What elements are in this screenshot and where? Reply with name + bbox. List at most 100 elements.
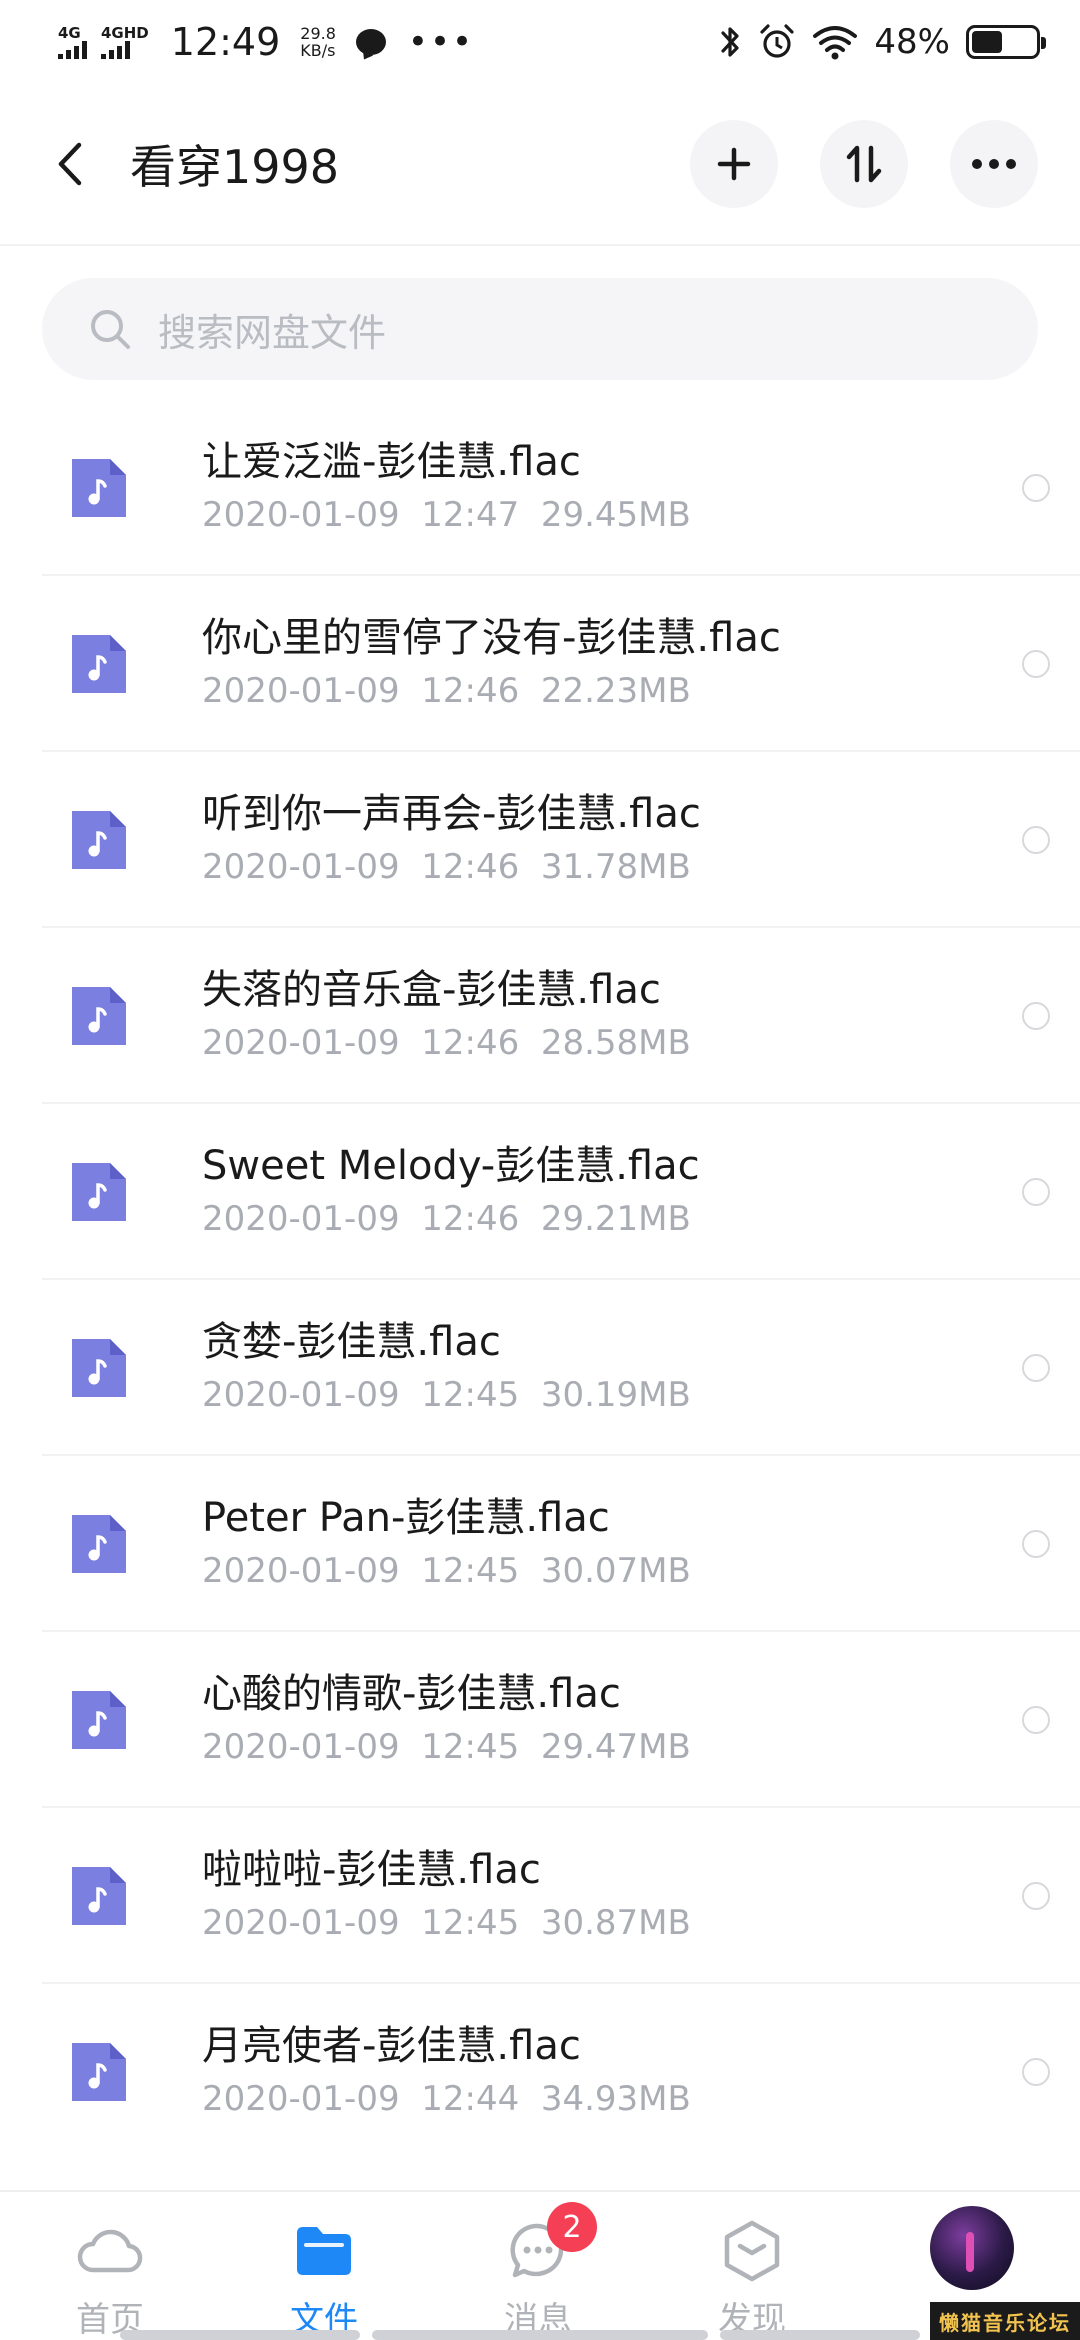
file-name: 啦啦啦-彭佳慧.flac [202, 1847, 541, 1893]
select-checkbox[interactable] [1022, 1706, 1050, 1734]
file-name: 让爱泛滥-彭佳慧.flac [202, 439, 581, 485]
sort-button[interactable] [820, 120, 908, 208]
chevron-left-icon [58, 142, 82, 186]
file-row[interactable]: 你心里的雪停了没有-彭佳慧.flac 2020-01-09 12:46 22.23… [0, 576, 1080, 752]
file-name: Sweet Melody-彭佳慧.flac [202, 1143, 700, 1189]
signal-bars-icon [58, 40, 87, 59]
file-row[interactable]: 听到你一声再会-彭佳慧.flac 2020-01-09 12:46 31.78MB [0, 752, 1080, 928]
more-notifications-icon: ••• [407, 22, 475, 62]
back-button[interactable] [40, 129, 100, 199]
file-row[interactable]: 月亮使者-彭佳慧.flac 2020-01-09 12:44 34.93MB [0, 1984, 1080, 2160]
file-meta: 2020-01-09 12:44 34.93MB [202, 2074, 691, 2124]
file-size: 28.58MB [540, 1023, 691, 1063]
more-button[interactable] [950, 120, 1038, 208]
music-file-icon [72, 1691, 126, 1749]
file-date: 2020-01-09 [202, 1903, 400, 1943]
file-date: 2020-01-09 [202, 1199, 400, 1239]
file-time: 12:45 [421, 1551, 520, 1591]
file-size: 22.23MB [540, 671, 691, 711]
file-name: 心酸的情歌-彭佳慧.flac [202, 1671, 621, 1717]
music-file-icon [72, 459, 126, 517]
file-size: 30.87MB [540, 1903, 691, 1943]
nav-item-home[interactable]: 首页 [30, 2192, 190, 2340]
file-row[interactable]: 啦啦啦-彭佳慧.flac 2020-01-09 12:45 30.87MB [0, 1808, 1080, 1984]
music-file-icon [72, 987, 126, 1045]
discover-cube-icon [724, 2220, 780, 2282]
select-checkbox[interactable] [1022, 2058, 1050, 2086]
select-checkbox[interactable] [1022, 826, 1050, 854]
file-name: 失落的音乐盒-彭佳慧.flac [202, 967, 661, 1013]
music-file-icon [72, 1163, 126, 1221]
search-icon [91, 310, 130, 349]
file-name: 月亮使者-彭佳慧.flac [202, 2023, 581, 2069]
nav-item-files[interactable]: 文件 [244, 2192, 404, 2340]
unread-badge: 2 [547, 2202, 597, 2252]
file-row[interactable]: Sweet Melody-彭佳慧.flac 2020-01-09 12:46 29… [0, 1104, 1080, 1280]
select-checkbox[interactable] [1022, 1882, 1050, 1910]
home-indicator [120, 2330, 360, 2340]
battery-level [972, 31, 1002, 53]
file-size: 34.93MB [540, 2079, 691, 2119]
select-checkbox[interactable] [1022, 1178, 1050, 1206]
music-file-icon [72, 2043, 126, 2101]
file-meta: 2020-01-09 12:45 30.87MB [202, 1898, 691, 1948]
search-placeholder: 搜索网盘文件 [158, 310, 387, 355]
file-size: 30.07MB [540, 1551, 691, 1591]
more-horizontal-icon [972, 159, 1016, 169]
file-time: 12:45 [421, 1375, 520, 1415]
music-file-icon [72, 635, 126, 693]
file-meta: 2020-01-09 12:47 29.45MB [202, 490, 691, 540]
file-date: 2020-01-09 [202, 495, 400, 535]
file-meta: 2020-01-09 12:46 31.78MB [202, 842, 701, 892]
network-speed-value: 29.8 [300, 24, 336, 43]
file-name: Peter Pan-彭佳慧.flac [202, 1495, 610, 1541]
network-speed: 29.8 KB/s [300, 25, 336, 59]
signal-label: 4G [58, 23, 81, 42]
file-time: 12:47 [421, 495, 520, 535]
cloud-icon [77, 2229, 143, 2273]
file-meta: 2020-01-09 12:45 29.47MB [202, 1722, 691, 1772]
file-row[interactable]: 心酸的情歌-彭佳慧.flac 2020-01-09 12:45 29.47MB [0, 1632, 1080, 1808]
plus-icon [717, 147, 751, 181]
select-checkbox[interactable] [1022, 1002, 1050, 1030]
signal-label: 4GHD [101, 23, 149, 42]
file-date: 2020-01-09 [202, 2079, 400, 2119]
file-time: 12:45 [421, 1903, 520, 1943]
bluetooth-icon [721, 27, 740, 57]
file-size: 30.19MB [540, 1375, 691, 1415]
file-row[interactable]: 让爱泛滥-彭佳慧.flac 2020-01-09 12:47 29.45MB [0, 400, 1080, 576]
file-meta: 2020-01-09 12:45 30.19MB [202, 1370, 691, 1420]
file-size: 31.78MB [540, 847, 691, 887]
battery-icon [966, 25, 1046, 59]
select-checkbox[interactable] [1022, 1530, 1050, 1558]
home-indicator [372, 2330, 708, 2340]
file-list: 让爱泛滥-彭佳慧.flac 2020-01-09 12:47 29.45MB 你心里… [0, 400, 1080, 2160]
select-checkbox[interactable] [1022, 1354, 1050, 1382]
file-meta: 2020-01-09 12:46 28.58MB [202, 1018, 691, 1068]
file-row[interactable]: 失落的音乐盒-彭佳慧.flac 2020-01-09 12:46 28.58MB [0, 928, 1080, 1104]
nav-item-messages[interactable]: 2 消息 [458, 2192, 618, 2340]
file-row[interactable]: Peter Pan-彭佳慧.flac 2020-01-09 12:45 30.07… [0, 1456, 1080, 1632]
select-checkbox[interactable] [1022, 474, 1050, 502]
wifi-icon [813, 26, 858, 60]
file-time: 12:46 [421, 1023, 520, 1063]
file-time: 12:46 [421, 671, 520, 711]
file-name: 贪婪-彭佳慧.flac [202, 1319, 501, 1365]
file-name: 你心里的雪停了没有-彭佳慧.flac [202, 615, 781, 661]
music-file-icon [72, 1867, 126, 1925]
file-name: 听到你一声再会-彭佳慧.flac [202, 791, 701, 837]
file-row[interactable]: 贪婪-彭佳慧.flac 2020-01-09 12:45 30.19MB [0, 1280, 1080, 1456]
avatar[interactable] [930, 2206, 1014, 2290]
search-input[interactable]: 搜索网盘文件 [42, 278, 1038, 380]
file-date: 2020-01-09 [202, 847, 400, 887]
file-date: 2020-01-09 [202, 1727, 400, 1767]
file-meta: 2020-01-09 12:45 30.07MB [202, 1546, 691, 1596]
add-button[interactable] [690, 120, 778, 208]
file-date: 2020-01-09 [202, 1375, 400, 1415]
select-checkbox[interactable] [1022, 650, 1050, 678]
signal-indicator-1: 4G [58, 23, 87, 59]
status-bar: 4G 4GHD 12:49 29.8 KB/s ••• 48% [0, 0, 1080, 84]
sort-icon [846, 145, 882, 183]
nav-item-discover[interactable]: 发现 [672, 2192, 832, 2340]
battery-percent: 48% [874, 22, 950, 62]
